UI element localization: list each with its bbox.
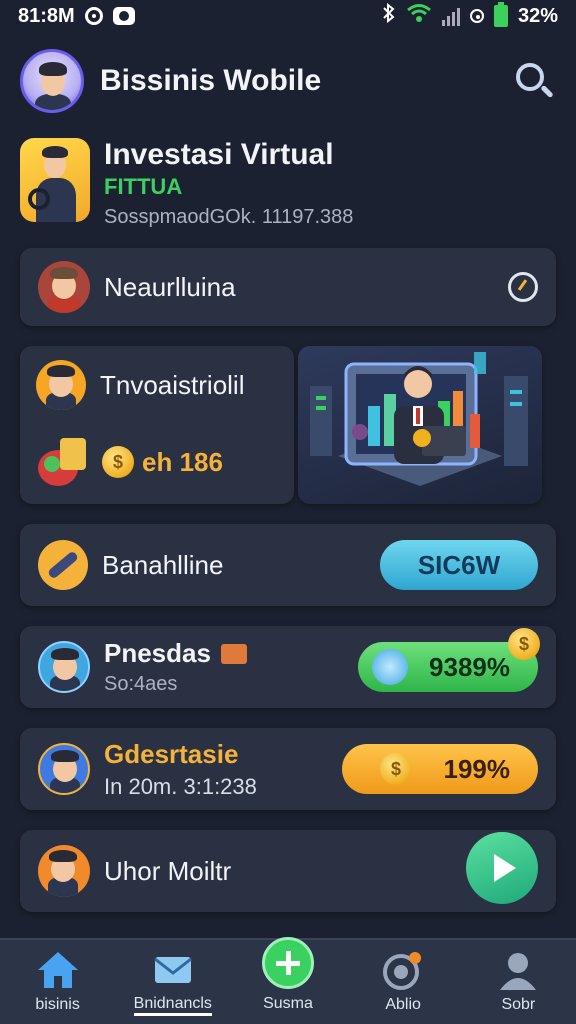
home-icon [36, 950, 80, 990]
card-gdesrtasie[interactable]: Gdesrtasie In 20m. 3:1:238 $ 199% [20, 728, 556, 810]
mail-icon [151, 949, 195, 989]
app-header: Bissinis Wobile [20, 46, 556, 116]
play-button[interactable] [466, 832, 538, 904]
sync-icon [469, 9, 484, 23]
clock: 81:8M [18, 4, 75, 27]
avatar [38, 261, 90, 313]
nav-item-home[interactable]: bisinis [3, 950, 113, 1014]
battery-level: 32% [517, 4, 558, 27]
profile-avatar[interactable] [20, 49, 84, 113]
card-subtitle: In 20m. 3:1:238 [104, 773, 257, 799]
nav-item-add[interactable]: Susma [233, 937, 343, 1013]
app-title: Bissinis Wobile [100, 64, 322, 97]
app-icon [112, 7, 135, 25]
wifi-icon [406, 3, 432, 29]
avatar [38, 845, 90, 897]
bluetooth-icon [382, 2, 396, 29]
avatar [38, 743, 90, 795]
promo-title: Investasi Virtual [104, 138, 334, 171]
return-pill[interactable]: $ 199% [342, 744, 538, 794]
card-investasi[interactable]: Tnvoaistriolil $ eh 186 [20, 346, 294, 504]
mail-icon [220, 643, 247, 664]
user-icon [496, 950, 540, 990]
card-label: Tnvoaistriolil [100, 369, 245, 400]
rocket-icon [38, 540, 88, 590]
timer-icon[interactable] [508, 272, 538, 302]
nav-label: Ablio [385, 996, 421, 1013]
card-label: Uhor Moiltr [104, 855, 232, 886]
return-value: 9389% [429, 651, 510, 682]
investor-icon [20, 138, 90, 222]
notification-icon [84, 7, 103, 25]
nav-label: bisinis [35, 996, 80, 1013]
avatar [38, 641, 90, 693]
coin-icon: $ [508, 628, 540, 660]
play-icon [494, 854, 516, 882]
signal-icon [441, 6, 460, 26]
coin-icon: $ [102, 446, 134, 478]
card-label: Neaurlluina [104, 271, 236, 302]
card-title: Gdesrtasie [104, 738, 239, 769]
promo-banner[interactable]: Investasi Virtual FITTUA SosspmaodGOk. 1… [20, 138, 556, 238]
nav-item-profile[interactable]: Sobr [463, 950, 573, 1014]
card-title: Pnesdas [104, 638, 211, 668]
add-icon [261, 937, 314, 989]
return-value: 199% [443, 753, 511, 784]
card-pnesdas[interactable]: Pnesdas So:4aes 9389% $ [20, 626, 556, 708]
promo-meta: SosspmaodGOk. 11197.388 [104, 206, 354, 228]
card-banahlline[interactable]: Banahlline SIC6W [20, 524, 556, 606]
search-icon [516, 63, 544, 91]
battery-icon [493, 2, 508, 27]
coin-icon: $ [380, 753, 412, 785]
globe-icon [372, 649, 408, 685]
nav-label: Susma [263, 995, 313, 1012]
nav-item-messages[interactable]: Bnidnancls [118, 949, 228, 1016]
status-bar: 81:8M 32% [0, 0, 576, 32]
card-neaurlluina[interactable]: Neaurlluina [20, 248, 556, 326]
return-pill[interactable]: 9389% $ [358, 628, 540, 692]
avatar [36, 360, 86, 410]
nav-label: Sobr [501, 996, 536, 1013]
trader-illustration [310, 352, 528, 486]
nav-item-activity[interactable]: Ablio [348, 950, 458, 1014]
bottom-nav: bisinis Bnidnancls Susma Ablio Sobr [0, 937, 576, 1024]
card-uhor-moiltr[interactable]: Uhor Moiltr [20, 830, 556, 912]
target-icon [381, 950, 425, 990]
nav-label: Bnidnancls [133, 995, 212, 1016]
money-bag-icon [36, 438, 88, 486]
promo-subtitle: FITTUA [104, 174, 183, 199]
card-subtitle: So:4aes [104, 673, 178, 695]
investment-illustration [298, 346, 542, 504]
search-button[interactable] [512, 59, 556, 103]
card-label: Banahlline [102, 549, 224, 580]
balance-amount: eh 186 [142, 446, 223, 477]
show-button[interactable]: SIC6W [380, 540, 538, 590]
